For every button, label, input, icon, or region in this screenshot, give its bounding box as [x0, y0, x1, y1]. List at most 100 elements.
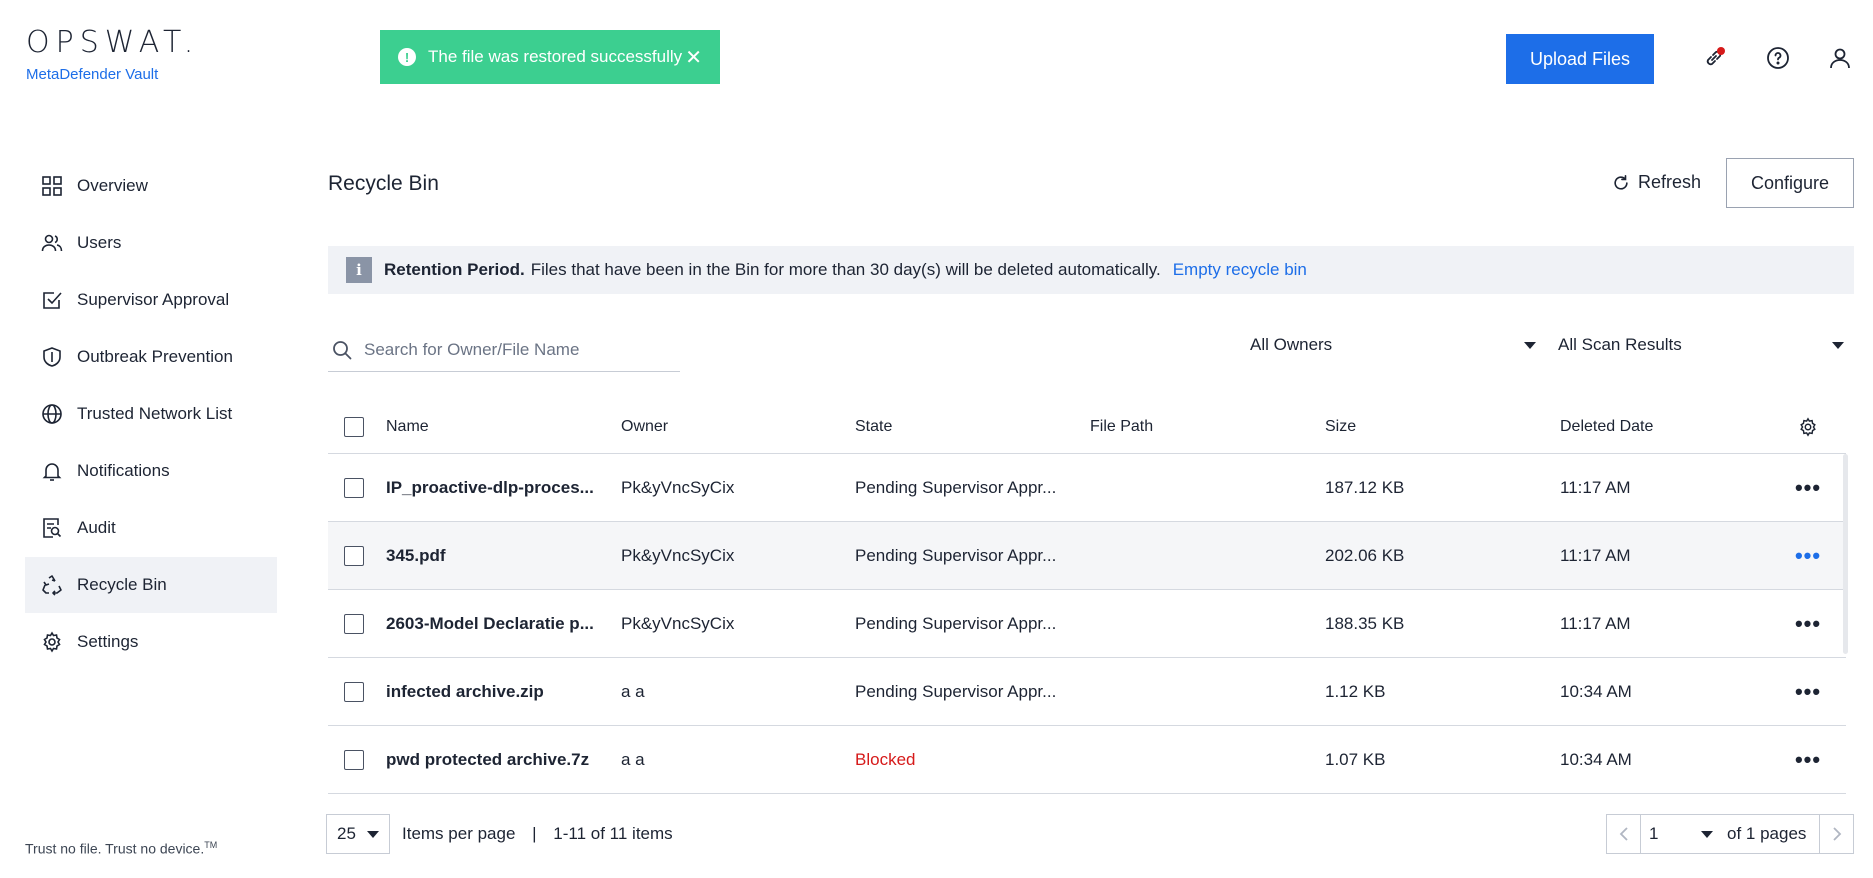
- chevron-down-icon: [367, 830, 379, 838]
- sidebar-item-notifications[interactable]: Notifications: [25, 443, 277, 499]
- owner-filter-value: All Owners: [1250, 335, 1333, 354]
- row-checkbox[interactable]: [344, 613, 364, 634]
- prev-page-button[interactable]: [1607, 815, 1641, 853]
- sidebar-item-overview[interactable]: Overview: [25, 158, 277, 214]
- sidebar-item-label: Audit: [77, 518, 116, 537]
- configure-button[interactable]: Configure: [1726, 158, 1854, 208]
- refresh-icon: [1614, 174, 1628, 190]
- file-name: 2603-Model Declaratie p...: [386, 613, 594, 633]
- more-actions-icon[interactable]: •••: [1795, 476, 1821, 498]
- items-per-page-label: Items per page: [402, 824, 516, 843]
- logo-wordmark: OPSWAT.: [26, 25, 200, 60]
- total-pages: of 1 pages: [1727, 824, 1807, 843]
- sidebar-item-settings[interactable]: Settings: [25, 614, 277, 670]
- table-row[interactable]: IP_proactive-dlp-proces... Pk&yVncSyCix …: [328, 454, 1846, 522]
- sidebar-item-trusted-network-list[interactable]: Trusted Network List: [25, 386, 277, 442]
- toast-close-icon[interactable]: ✕: [685, 45, 702, 70]
- file-owner: Pk&yVncSyCix: [621, 613, 735, 633]
- column-settings-gear-icon[interactable]: [1798, 416, 1818, 437]
- file-owner: Pk&yVncSyCix: [621, 477, 735, 497]
- sidebar-item-label: Overview: [77, 176, 148, 195]
- search-input[interactable]: [364, 339, 664, 360]
- next-page-button[interactable]: [1819, 815, 1853, 853]
- column-header-owner[interactable]: Owner: [621, 418, 855, 436]
- checkbox-icon: [43, 292, 62, 309]
- sidebar-item-label: Users: [77, 233, 122, 252]
- sidebar-item-label: Notifications: [77, 461, 170, 480]
- file-state: Pending Supervisor Appr...: [855, 545, 1057, 565]
- table-row[interactable]: infected archive.zip a a Pending Supervi…: [328, 658, 1846, 726]
- help-icon[interactable]: [1764, 44, 1792, 72]
- page-select[interactable]: 1: [1641, 824, 1721, 844]
- file-name: IP_proactive-dlp-proces...: [386, 477, 594, 497]
- column-header-state[interactable]: State: [855, 418, 1090, 436]
- info-icon: i: [346, 257, 372, 283]
- sidebar-item-recycle-bin[interactable]: Recycle Bin: [25, 557, 277, 613]
- more-actions-icon[interactable]: •••: [1795, 612, 1821, 634]
- owner-filter-select[interactable]: All Owners: [1250, 330, 1536, 360]
- file-owner: a a: [621, 749, 645, 769]
- file-size: 202.06 KB: [1325, 545, 1405, 565]
- more-actions-icon[interactable]: •••: [1795, 748, 1821, 770]
- column-header-size[interactable]: Size: [1325, 418, 1560, 436]
- upload-files-button[interactable]: Upload Files: [1506, 34, 1654, 84]
- sidebar-item-audit[interactable]: Audit: [25, 500, 277, 556]
- user-profile-icon[interactable]: [1826, 44, 1854, 72]
- file-size: 1.07 KB: [1325, 749, 1386, 769]
- more-actions-icon[interactable]: •••: [1795, 544, 1821, 566]
- items-per-page-select[interactable]: 25: [326, 814, 390, 854]
- chevron-down-icon: [1524, 341, 1536, 349]
- deleted-date: 11:17 AM: [1560, 613, 1631, 633]
- sidebar-item-outbreak-prevention[interactable]: Outbreak Prevention: [25, 329, 277, 385]
- file-state: Pending Supervisor Appr...: [855, 477, 1057, 497]
- sidebar-item-label: Recycle Bin: [77, 575, 167, 594]
- current-page: 1: [1649, 824, 1659, 843]
- scan-result-filter-select[interactable]: All Scan Results: [1558, 330, 1844, 360]
- table-row[interactable]: 345.pdf Pk&yVncSyCix Pending Supervisor …: [328, 522, 1846, 590]
- sidebar-item-users[interactable]: Users: [25, 215, 277, 271]
- row-checkbox[interactable]: [344, 749, 364, 770]
- file-name: infected archive.zip: [386, 681, 544, 701]
- file-size: 187.12 KB: [1325, 477, 1405, 497]
- column-header-deleted-date[interactable]: Deleted Date: [1560, 418, 1770, 436]
- tagline: Trust no file. Trust no device.TM: [25, 840, 217, 857]
- integration-link-icon[interactable]: [1700, 44, 1728, 72]
- recycle-icon: [42, 575, 62, 596]
- gear-icon: [43, 631, 61, 653]
- grid-icon: [42, 176, 62, 196]
- file-name: 345.pdf: [386, 545, 446, 565]
- success-toast: ! The file was restored successfully ✕: [380, 30, 720, 84]
- empty-recycle-bin-link[interactable]: Empty recycle bin: [1173, 260, 1307, 280]
- product-name: MetaDefender Vault: [26, 66, 159, 83]
- file-state: Pending Supervisor Appr...: [855, 613, 1057, 633]
- bell-icon: [42, 463, 62, 481]
- row-checkbox[interactable]: [344, 477, 364, 498]
- alert-icon: !: [398, 48, 416, 66]
- scan-filter-value: All Scan Results: [1558, 335, 1682, 354]
- more-actions-icon[interactable]: •••: [1795, 680, 1821, 702]
- refresh-button[interactable]: Refresh: [1612, 172, 1701, 193]
- shield-icon: [43, 347, 61, 367]
- sidebar-item-supervisor-approval[interactable]: Supervisor Approval: [25, 272, 277, 328]
- deleted-date: 10:34 AM: [1560, 749, 1632, 769]
- file-owner: Pk&yVncSyCix: [621, 545, 735, 565]
- table-scrollbar[interactable]: [1843, 454, 1848, 654]
- column-header-file-path[interactable]: File Path: [1090, 418, 1325, 436]
- separator: |: [532, 824, 537, 843]
- table-row[interactable]: pwd protected archive.7z a a Blocked 1.0…: [328, 726, 1846, 794]
- file-state-blocked: Blocked: [855, 749, 916, 769]
- pagination: 1 of 1 pages: [1606, 814, 1854, 854]
- chevron-right-icon: [1832, 827, 1841, 841]
- items-range: 1-11 of 11 items: [553, 824, 673, 843]
- table-row[interactable]: 2603-Model Declaratie p... Pk&yVncSyCix …: [328, 590, 1846, 658]
- refresh-label: Refresh: [1638, 172, 1702, 192]
- row-checkbox[interactable]: [344, 545, 364, 566]
- row-checkbox[interactable]: [344, 681, 364, 702]
- table-header: Name Owner State File Path Size Deleted …: [328, 400, 1846, 454]
- items-per-page-summary: Items per page | 1-11 of 11 items: [402, 824, 673, 844]
- deleted-date: 11:17 AM: [1560, 545, 1631, 565]
- select-all-checkbox[interactable]: [344, 416, 364, 437]
- sidebar-item-label: Settings: [77, 632, 139, 651]
- column-header-name[interactable]: Name: [386, 418, 621, 436]
- opswat-logo[interactable]: OPSWAT. MetaDefender Vault: [26, 25, 200, 84]
